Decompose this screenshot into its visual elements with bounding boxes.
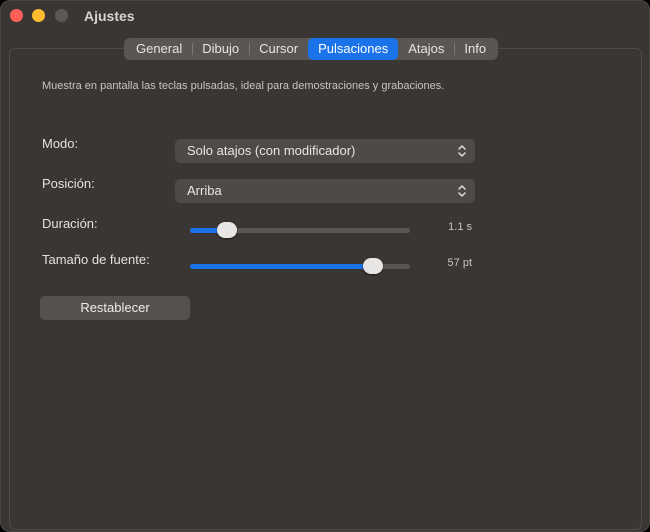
font-size-slider[interactable] <box>190 258 410 274</box>
close-window-button[interactable] <box>10 9 23 22</box>
font-size-label: Tamaño de fuente: <box>42 252 150 267</box>
tab-general[interactable]: General <box>126 38 192 60</box>
tab-dibujo[interactable]: Dibujo <box>192 38 249 60</box>
tab-cursor[interactable]: Cursor <box>249 38 308 60</box>
settings-panel <box>9 48 642 530</box>
font-size-slider-knob[interactable] <box>362 258 383 274</box>
minimize-window-button[interactable] <box>32 9 45 22</box>
duration-slider-knob[interactable] <box>217 222 238 238</box>
duration-value: 1.1 s <box>448 221 472 233</box>
tab-atajos[interactable]: Atajos <box>398 38 454 60</box>
mode-select-value: Solo atajos (con modificador) <box>187 143 356 158</box>
position-label: Posición: <box>42 176 95 191</box>
mode-select[interactable]: Solo atajos (con modificador) <box>175 139 475 163</box>
duration-label: Duración: <box>42 216 98 231</box>
position-select[interactable]: Arriba <box>175 179 475 203</box>
chevron-up-down-icon <box>458 145 466 157</box>
tab-bar: General Dibujo Cursor Pulsaciones Atajos… <box>124 38 499 60</box>
reset-button[interactable]: Restablecer <box>40 296 190 320</box>
settings-window: Ajustes General Dibujo Cursor Pulsacione… <box>0 0 650 532</box>
chevron-up-down-icon <box>458 185 466 197</box>
position-select-value: Arriba <box>187 183 222 198</box>
tab-pulsaciones[interactable]: Pulsaciones <box>308 38 399 60</box>
mode-label: Modo: <box>42 136 79 151</box>
section-description: Muestra en pantalla las teclas pulsadas,… <box>42 80 445 92</box>
window-title: Ajustes <box>84 8 135 24</box>
duration-slider[interactable] <box>190 222 410 238</box>
zoom-window-button <box>55 9 68 22</box>
font-size-slider-fill <box>190 264 373 269</box>
font-size-value: 57 pt <box>447 257 472 269</box>
tab-info[interactable]: Info <box>454 38 496 60</box>
title-bar: Ajustes <box>0 0 650 34</box>
